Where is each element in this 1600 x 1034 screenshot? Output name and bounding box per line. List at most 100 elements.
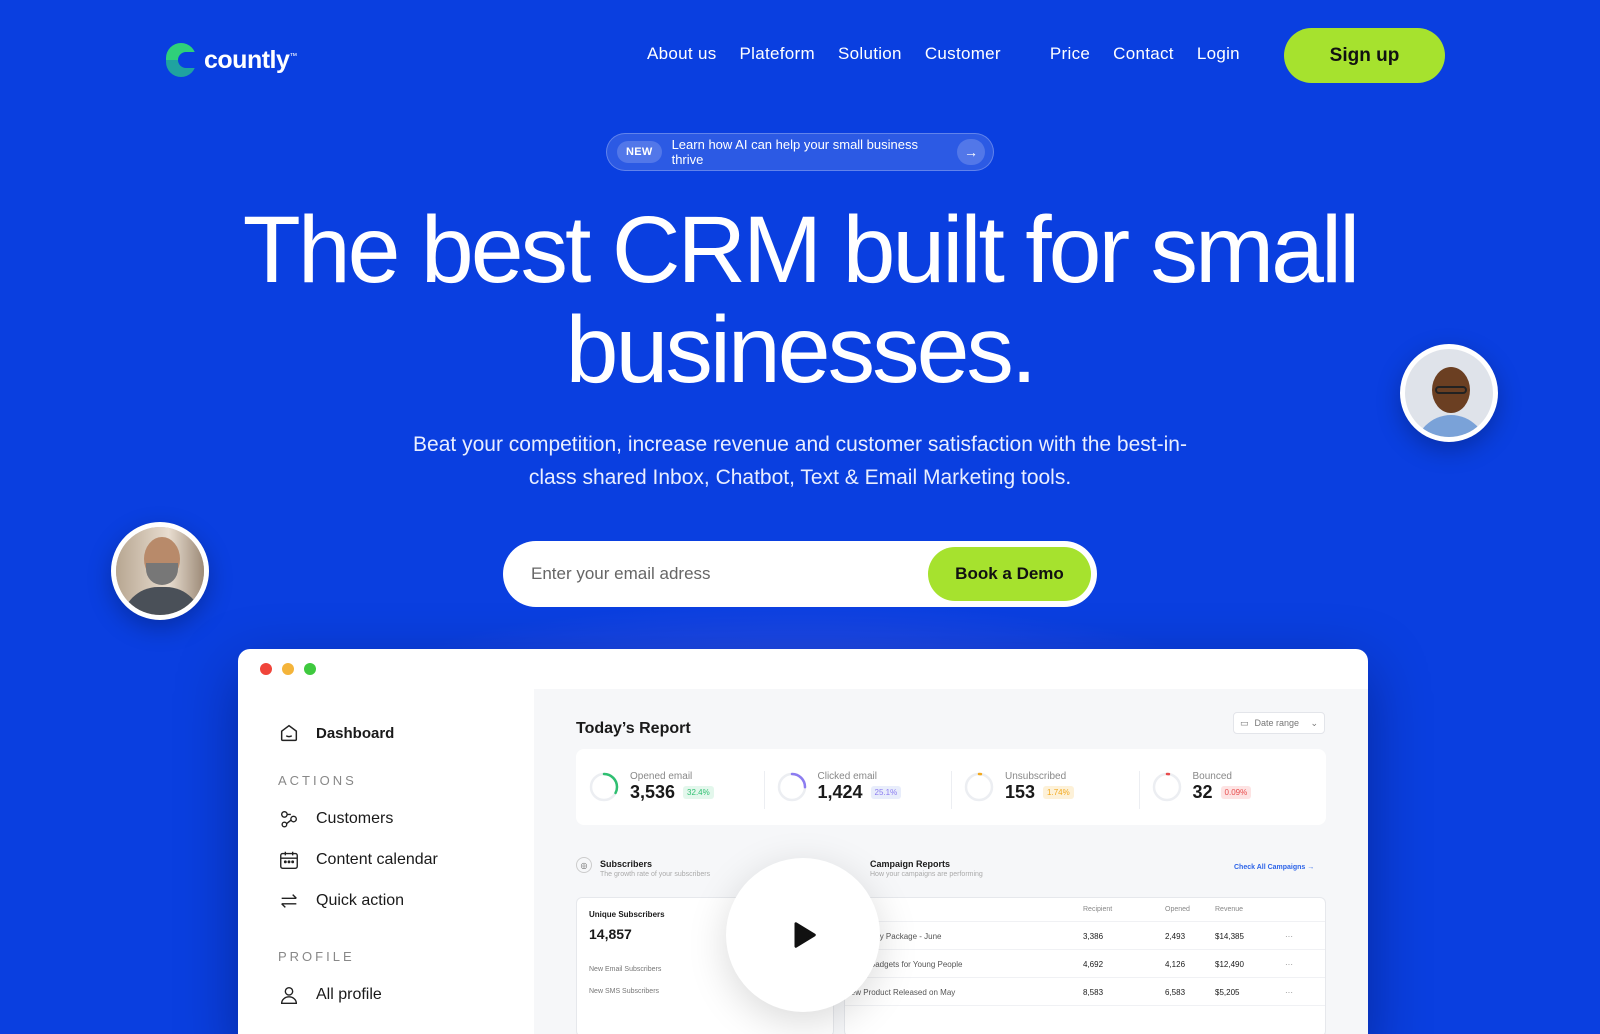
stat-card: Opened email 3,536 32.4% [576,771,764,803]
subscribers-title: Subscribers [600,859,653,869]
campaigns-card: Recipient Opened Revenue ora Beauty Pack… [844,897,1326,1034]
customer-avatar-left [111,522,209,620]
campaign-opened: 2,493 [1165,932,1186,941]
announcement-pill[interactable]: NEW Learn how AI can help your small bus… [606,133,994,171]
stat-label: Opened email [630,771,693,782]
campaigns-subtitle: How your campaigns are performing [870,871,983,878]
sidebar-item-label: All profile [316,986,382,1003]
nav-contact[interactable]: Contact [1113,44,1174,64]
hero-title: The best CRM built for small businesses. [242,197,1360,403]
stat-value: 153 [1005,782,1036,802]
table-row[interactable]: New Product Released on May 8,583 6,583 $5,… [845,980,1325,1006]
play-video-button[interactable] [726,858,880,1012]
subscribers-subtitle: The growth rate of your subscribers [600,871,711,878]
sidebar-item-customers[interactable]: Customers [278,808,393,830]
sidebar-item-content-calendar[interactable]: Content calendar [278,849,438,871]
home-icon [280,724,298,742]
stat-value: 1,424 [817,782,863,802]
email-input[interactable] [531,564,928,584]
more-icon[interactable]: ··· [1285,932,1293,941]
progress-ring-icon [589,772,619,802]
sidebar-item-all-profile[interactable]: All profile [278,984,382,1006]
maximize-dot[interactable] [304,663,316,675]
campaign-revenue: $5,205 [1215,988,1240,997]
brand-logo[interactable]: countly™ [166,43,297,77]
stat-percent-badge: 0.09% [1220,786,1252,799]
logo-icon [166,43,196,77]
campaign-revenue: $12,490 [1215,960,1244,969]
profile-heading: PROFILE [278,949,355,964]
date-range-select[interactable]: ▭ Date range ⌄ [1233,712,1325,734]
campaign-opened: 4,126 [1165,960,1186,969]
nav-customer[interactable]: Customer [925,44,1001,64]
signup-button[interactable]: Sign up [1284,28,1445,83]
brand-name: countly™ [204,45,297,74]
email-subscribers-label: New Email Subscribers [589,966,662,973]
calendar-icon [280,851,298,869]
new-badge: NEW [617,141,662,163]
swap-icon [281,894,297,908]
calendar-icon: ▭ [1240,717,1249,728]
close-dot[interactable] [260,663,272,675]
campaign-name: New Product Released on May [845,988,956,997]
stat-label: Clicked email [817,771,877,782]
stat-label: Unsubscribed [1005,771,1067,782]
sidebar-item-label: Content calendar [316,851,438,868]
main-nav: About us Plateform Solution Customer Pri… [647,44,1263,64]
stats-row: Opened email 3,536 32.4% Clicked email 1,424… [576,749,1326,825]
minimize-dot[interactable] [282,663,294,675]
campaign-revenue: $14,385 [1215,932,1244,941]
nav-plateform[interactable]: Plateform [740,44,815,64]
actions-heading: ACTIONS [278,773,357,788]
unique-subscribers-label: Unique Subscribers [589,910,665,919]
customer-avatar-right [1400,344,1498,442]
nav-solution[interactable]: Solution [838,44,902,64]
sms-subscribers-label: New SMS Subscribers [589,988,660,995]
sidebar-item-quick-action[interactable]: Quick action [278,890,404,912]
sidebar-item-dashboard[interactable]: Dashboard [278,722,394,744]
sidebar-item-label: Quick action [316,892,405,909]
nav-price[interactable]: Price [1050,44,1090,64]
announcement-text: Learn how AI can help your small busines… [671,137,918,167]
stat-label: Bounced [1192,771,1232,782]
unique-subscribers-value: 14,857 [589,926,632,942]
table-row[interactable]: aming Gadgets for Young People 4,692 4,126… [845,952,1325,978]
sidebar-item-label: Dashboard [316,724,395,742]
check-all-campaigns-link[interactable]: Check All Campaigns → [1234,864,1314,871]
campaign-opened: 6,583 [1165,988,1186,997]
report-title: Today’s Report [576,720,691,737]
nav-about-us[interactable]: About us [647,44,717,64]
campaign-recipient: 4,692 [1083,960,1104,969]
progress-ring-icon [964,772,994,802]
customers-icon [280,810,298,828]
arrow-right-icon: → [957,139,985,165]
campaigns-header: Recipient Opened Revenue [845,898,1325,922]
play-icon [794,922,816,948]
stat-percent-badge: 1.74% [1043,786,1074,799]
user-icon [280,986,298,1004]
progress-ring-icon [777,772,806,802]
stat-card: Unsubscribed 153 1.74% [951,771,1139,809]
nav-login[interactable]: Login [1197,44,1240,64]
dashboard-main: Today’s Report ▭ Date range ⌄ Opened ema… [534,689,1368,1034]
sidebar-item-label: Customers [316,810,394,827]
subscribers-icon: ◎ [576,857,592,873]
chevron-down-icon: ⌄ [1310,717,1318,728]
demo-form: Book a Demo [503,541,1097,607]
stat-value: 32 [1192,782,1213,802]
stat-card: Bounced 32 0.09% [1138,771,1327,809]
window-controls [260,663,316,675]
stat-percent-badge: 25.1% [870,786,902,799]
progress-ring-icon [1152,772,1181,802]
stat-card: Clicked email 1,424 25.1% [763,771,952,809]
campaign-recipient: 3,386 [1083,932,1104,941]
campaigns-title: Campaign Reports [870,859,951,869]
campaign-recipient: 8,583 [1083,988,1104,997]
more-icon[interactable]: ··· [1285,960,1293,969]
app-sidebar: Dashboard ACTIONS Customers Content cale… [238,689,534,1034]
stat-value: 3,536 [630,782,676,802]
hero-subtitle: Beat your competition, increase revenue … [413,433,1187,489]
book-demo-button[interactable]: Book a Demo [928,547,1091,601]
table-row[interactable]: ora Beauty Package - June 3,386 2,493 $14,3… [845,924,1325,950]
more-icon[interactable]: ··· [1285,988,1293,997]
